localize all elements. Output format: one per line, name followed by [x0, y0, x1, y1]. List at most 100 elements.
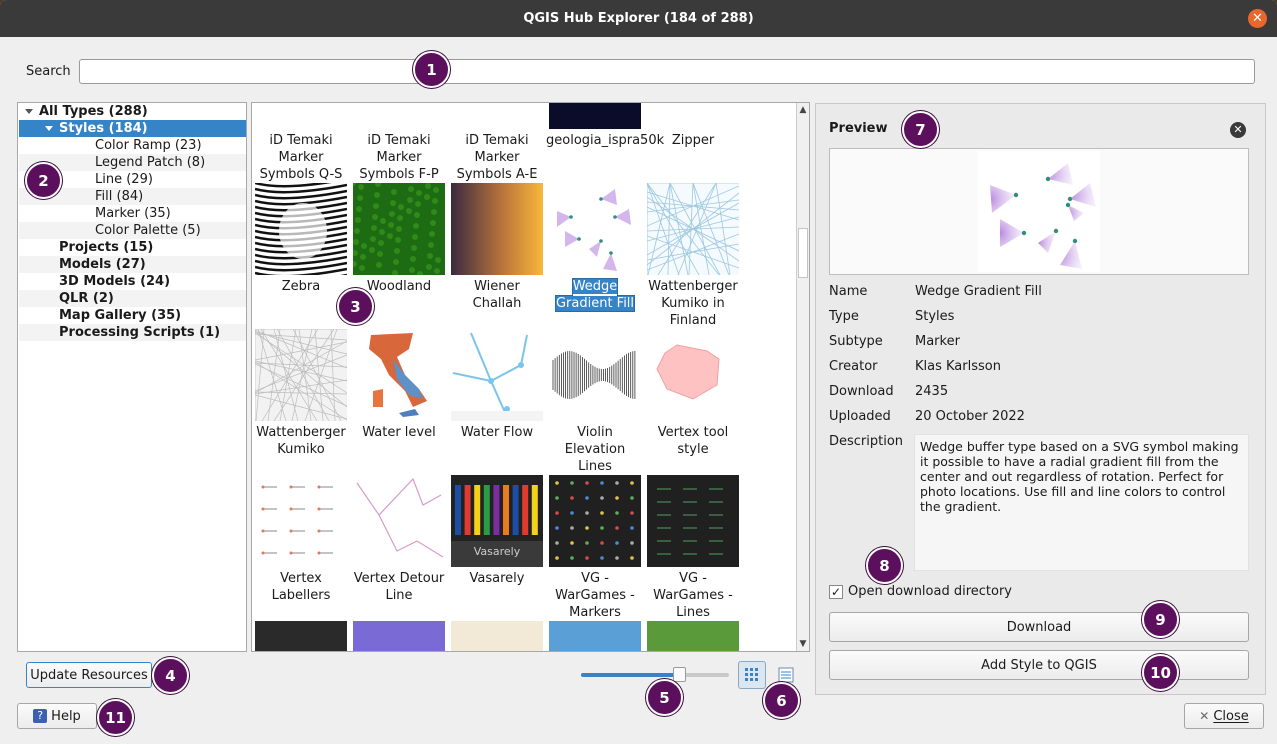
- tree-item[interactable]: Models (27): [19, 256, 246, 273]
- gallery-item-label[interactable]: Water level: [350, 424, 448, 441]
- gallery-thumbnail[interactable]: [549, 329, 641, 421]
- gallery-item-text: Water level: [362, 425, 436, 440]
- meta-value: Marker: [915, 334, 960, 349]
- icon-view-button[interactable]: [738, 661, 766, 689]
- gallery-item-text: Water Flow: [460, 425, 534, 440]
- tree-item[interactable]: Styles (184): [19, 120, 246, 137]
- gallery-item-label[interactable]: Vertex tool style: [644, 424, 742, 458]
- gallery-thumbnail[interactable]: [451, 329, 543, 421]
- gallery-thumbnail[interactable]: Vasarely: [451, 475, 543, 567]
- gallery-item-text: VG - WarGames - Lines: [653, 571, 733, 620]
- gallery-item-label[interactable]: Zebra: [252, 278, 350, 295]
- gallery-item-label[interactable]: Zipper: [644, 132, 742, 149]
- close-button[interactable]: ✕ Close: [1184, 703, 1264, 729]
- gallery-thumbnail[interactable]: [647, 621, 739, 651]
- gallery-item-label[interactable]: Violin Elevation Lines: [546, 424, 644, 475]
- gallery-thumbnail[interactable]: [549, 103, 641, 129]
- gallery-thumbnail[interactable]: [647, 183, 739, 275]
- tree-item[interactable]: Processing Scripts (1): [19, 324, 246, 341]
- add-style-button[interactable]: Add Style to QGIS: [829, 650, 1249, 680]
- gallery-item-label[interactable]: VG - WarGames - Markers: [546, 570, 644, 621]
- scroll-up-icon[interactable]: ▲: [797, 104, 809, 116]
- help-icon: ?: [33, 709, 48, 723]
- gallery-item-label[interactable]: Wattenberger Kumiko: [252, 424, 350, 458]
- window-close-icon[interactable]: ✕: [1248, 9, 1267, 28]
- thumbnail-size-slider[interactable]: [581, 673, 729, 677]
- meta-label: Creator: [829, 359, 878, 374]
- tree-item[interactable]: 3D Models (24): [19, 273, 246, 290]
- scrollbar-thumb[interactable]: [798, 228, 808, 278]
- tree-item-label: Styles (184): [59, 121, 148, 136]
- gallery-item-text: Vertex tool style: [657, 425, 729, 457]
- gallery-thumbnail[interactable]: [255, 183, 347, 275]
- slider-fill: [581, 673, 679, 677]
- gallery-thumbnail[interactable]: [549, 183, 641, 275]
- search-input[interactable]: [79, 59, 1255, 84]
- tree-item-label: Fill (84): [95, 189, 144, 204]
- meta-value: Klas Karlsson: [915, 359, 1001, 374]
- gallery-item-text: Wedge Gradient Fill: [554, 278, 636, 312]
- gallery-item-label[interactable]: Wiener Challah: [448, 278, 546, 312]
- gallery-item-label[interactable]: Vertex Detour Line: [350, 570, 448, 604]
- gallery-item-label[interactable]: iD Temaki Marker Symbols Q-S: [252, 132, 350, 183]
- meta-label: Uploaded: [829, 409, 891, 424]
- gallery-thumbnail[interactable]: [255, 621, 347, 651]
- meta-label: Subtype: [829, 334, 883, 349]
- gallery-item-label[interactable]: iD Temaki Marker Symbols A-E: [448, 132, 546, 183]
- expand-arrow-icon[interactable]: [25, 109, 33, 114]
- gallery-thumbnail[interactable]: [647, 329, 739, 421]
- description-label: Description: [829, 434, 904, 449]
- gallery-thumbnail[interactable]: [353, 475, 445, 567]
- gallery-item-text: Vertex Detour Line: [353, 571, 445, 603]
- gallery-thumbnail[interactable]: [353, 329, 445, 421]
- tree-item[interactable]: Color Ramp (23): [19, 137, 246, 154]
- tree-item[interactable]: Marker (35): [19, 205, 246, 222]
- gallery-thumbnail[interactable]: [549, 475, 641, 567]
- gallery-item-text: iD Temaki Marker Symbols F-P: [359, 133, 439, 182]
- title-bar: QGIS Hub Explorer (184 of 288) ✕: [0, 0, 1277, 37]
- meta-value: Styles: [915, 309, 955, 324]
- gallery-item-label[interactable]: VG - WarGames - Lines: [644, 570, 742, 621]
- gallery-item-text: Wiener Challah: [472, 279, 522, 311]
- gallery-item-label[interactable]: iD Temaki Marker Symbols F-P: [350, 132, 448, 183]
- gallery-item-label[interactable]: Water Flow: [448, 424, 546, 441]
- gallery-item-label[interactable]: geologia_ispra50k: [546, 132, 664, 149]
- gallery-thumbnail[interactable]: [255, 329, 347, 421]
- tree-item[interactable]: Color Palette (5): [19, 222, 246, 239]
- gallery-thumbnail[interactable]: [451, 103, 543, 129]
- tree-item-label: Color Ramp (23): [95, 138, 202, 153]
- expand-arrow-icon[interactable]: [45, 126, 53, 131]
- open-download-dir-checkbox[interactable]: ✓: [829, 585, 843, 599]
- gallery-thumbnail[interactable]: [647, 103, 739, 129]
- tree-item[interactable]: QLR (2): [19, 290, 246, 307]
- tree-item-label: Legend Patch (8): [95, 155, 206, 170]
- gallery-item-label[interactable]: Vasarely: [448, 570, 546, 587]
- gallery-thumbnail[interactable]: [647, 475, 739, 567]
- gallery-item-label[interactable]: Vertex Labellers: [252, 570, 350, 604]
- close-preview-icon[interactable]: ✕: [1230, 122, 1246, 138]
- tree-item[interactable]: Projects (15): [19, 239, 246, 256]
- gallery-thumbnail[interactable]: [255, 475, 347, 567]
- scroll-down-icon[interactable]: ▼: [797, 638, 809, 650]
- gallery-thumbnail[interactable]: [353, 183, 445, 275]
- help-label: Help: [51, 708, 81, 724]
- gallery-thumbnail[interactable]: [353, 103, 445, 129]
- help-button[interactable]: ? Help: [17, 703, 97, 729]
- tree-item[interactable]: Map Gallery (35): [19, 307, 246, 324]
- resource-gallery[interactable]: iD Temaki Marker Symbols Q-S iD Temaki Ma…: [251, 102, 810, 652]
- close-label: Close: [1213, 708, 1249, 724]
- gallery-thumbnail[interactable]: [549, 621, 641, 651]
- gallery-thumbnail[interactable]: [451, 621, 543, 651]
- download-button[interactable]: Download: [829, 612, 1249, 642]
- gallery-thumbnail[interactable]: [451, 183, 543, 275]
- gallery-thumbnail[interactable]: [353, 621, 445, 651]
- gallery-thumbnail[interactable]: [255, 103, 347, 129]
- update-resources-button[interactable]: Update Resources: [26, 662, 152, 688]
- wedge-preview-image: [978, 151, 1100, 272]
- slider-handle[interactable]: [672, 667, 686, 682]
- tree-item-label: Processing Scripts (1): [59, 325, 221, 340]
- gallery-item-label[interactable]: Wedge Gradient Fill: [546, 278, 644, 312]
- gallery-item-label[interactable]: Wattenberger Kumiko in Finland: [644, 278, 742, 329]
- tree-item[interactable]: All Types (288): [19, 103, 246, 120]
- gallery-scrollbar[interactable]: ▲ ▼: [796, 103, 809, 651]
